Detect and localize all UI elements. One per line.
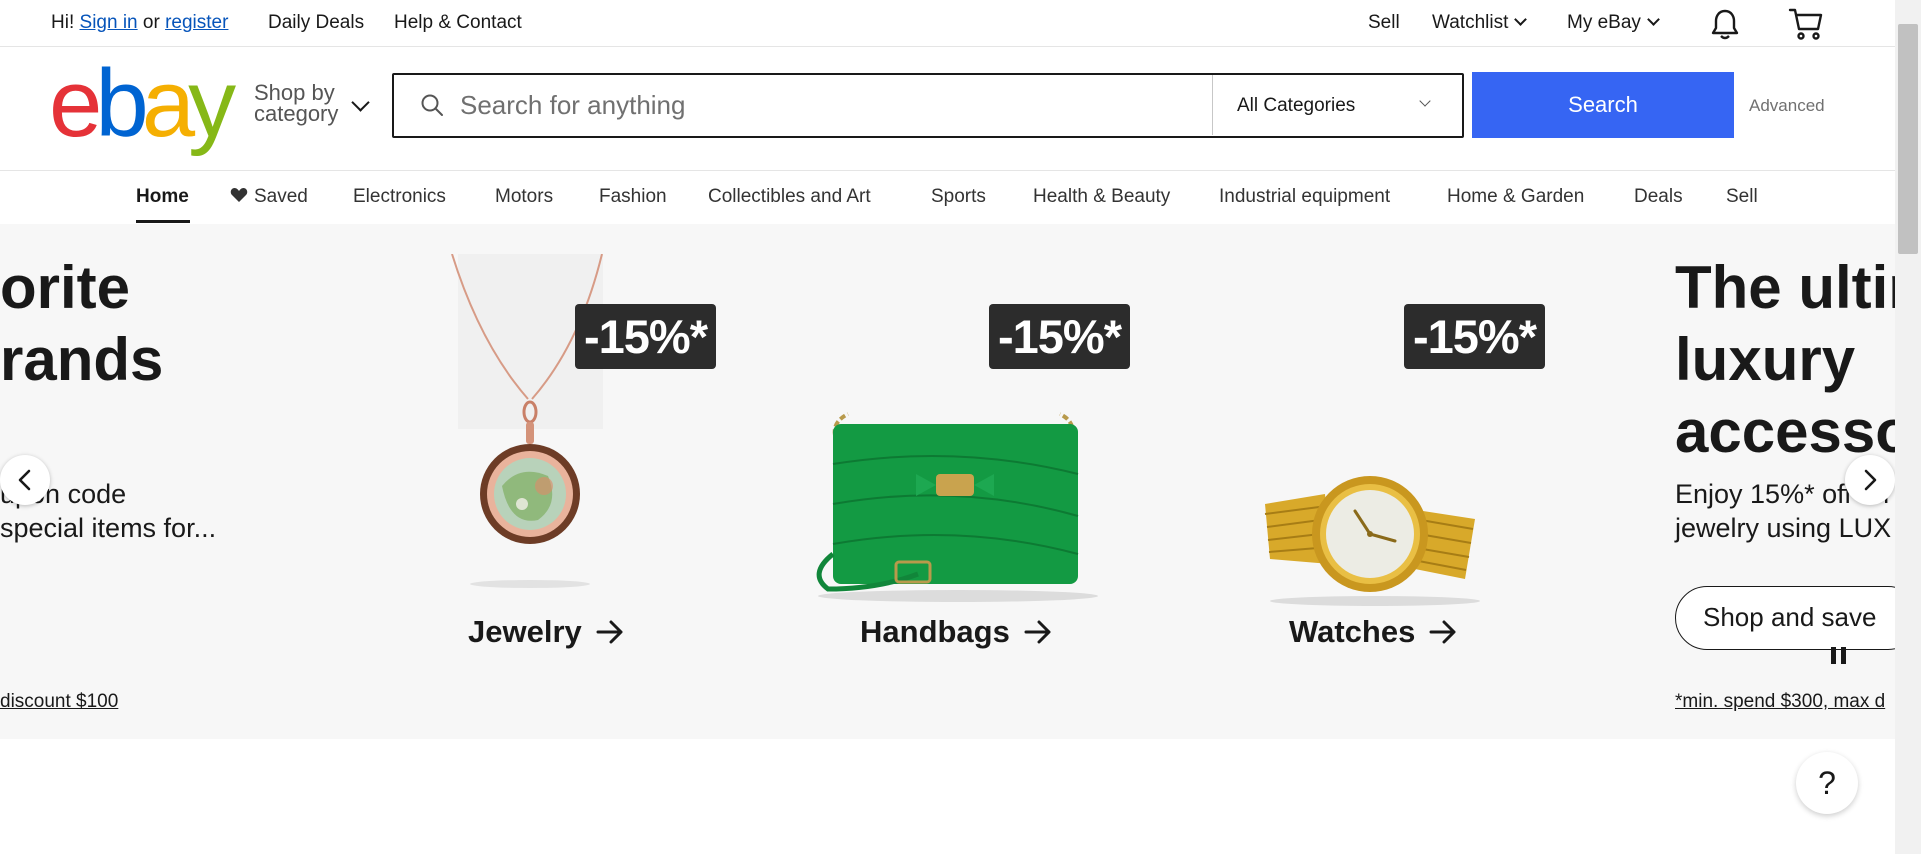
nav-saved[interactable]: Saved bbox=[230, 186, 308, 208]
carousel-next-button[interactable] bbox=[1845, 455, 1895, 505]
sell-link[interactable]: Sell bbox=[1368, 12, 1400, 34]
right-slide-sub-line2: jewelry using LUX bbox=[1675, 513, 1892, 543]
watches-label: Watches bbox=[1289, 614, 1416, 649]
discount-badge: -15%* bbox=[575, 304, 716, 369]
ebay-logo[interactable]: ebay bbox=[49, 50, 236, 157]
arrow-right-icon bbox=[596, 620, 623, 644]
my-ebay-label: My eBay bbox=[1567, 12, 1641, 33]
handbags-label: Handbags bbox=[860, 614, 1010, 649]
discount-badge: -15%* bbox=[989, 304, 1130, 369]
nav-sell[interactable]: Sell bbox=[1726, 186, 1758, 208]
chevron-left-icon bbox=[18, 469, 31, 491]
help-button[interactable]: ? bbox=[1796, 752, 1858, 814]
hero-carousel: orite rands upon code special items for.… bbox=[0, 224, 1895, 739]
jewelry-label: Jewelry bbox=[468, 614, 582, 649]
left-slide-terms-link[interactable]: discount $100 bbox=[0, 691, 118, 713]
register-link[interactable]: register bbox=[165, 12, 228, 33]
nav-electronics[interactable]: Electronics bbox=[353, 186, 446, 208]
watches-link[interactable]: Watches bbox=[1289, 614, 1457, 650]
daily-deals-link[interactable]: Daily Deals bbox=[268, 12, 364, 34]
nav-sports[interactable]: Sports bbox=[931, 186, 986, 208]
logo-letter-a: a bbox=[141, 50, 195, 157]
left-slide-sub-line2: special items for... bbox=[0, 513, 217, 543]
chevron-down-icon bbox=[1514, 13, 1528, 26]
nav-saved-label: Saved bbox=[254, 186, 308, 207]
nav-collectibles-art[interactable]: Collectibles and Art bbox=[708, 186, 871, 208]
search-icon bbox=[421, 94, 443, 116]
nav-motors[interactable]: Motors bbox=[495, 186, 553, 208]
top-utility-bar: Hi! Sign in or register Daily Deals Help… bbox=[0, 0, 1895, 47]
chevron-down-icon bbox=[351, 93, 370, 112]
page-scrollbar[interactable] bbox=[1895, 0, 1921, 854]
my-ebay-dropdown[interactable]: My eBay bbox=[1567, 12, 1660, 34]
cart-icon[interactable] bbox=[1786, 4, 1826, 44]
nav-industrial-equipment[interactable]: Industrial equipment bbox=[1219, 186, 1390, 208]
chevron-down-icon bbox=[1419, 95, 1431, 107]
jewelry-link[interactable]: Jewelry bbox=[468, 614, 624, 650]
watchlist-dropdown[interactable]: Watchlist bbox=[1432, 12, 1528, 34]
nav-deals[interactable]: Deals bbox=[1634, 186, 1683, 208]
left-slide-title-line1: orite bbox=[0, 254, 131, 321]
active-tab-indicator bbox=[136, 220, 190, 223]
discount-badge: -15%* bbox=[1404, 304, 1545, 369]
pause-icon[interactable] bbox=[1831, 647, 1851, 669]
carousel-prev-button[interactable] bbox=[0, 455, 50, 505]
help-contact-link[interactable]: Help & Contact bbox=[394, 12, 522, 34]
or-text: or bbox=[142, 12, 160, 33]
handbags-link[interactable]: Handbags bbox=[860, 614, 1052, 650]
search-button[interactable]: Search bbox=[1472, 72, 1734, 138]
arrow-right-icon bbox=[1429, 620, 1456, 644]
right-slide-title-line1: The ultim bbox=[1675, 254, 1895, 321]
nav-home-garden[interactable]: Home & Garden bbox=[1447, 186, 1584, 208]
nav-health-beauty[interactable]: Health & Beauty bbox=[1033, 186, 1170, 208]
chevron-down-icon bbox=[1647, 13, 1660, 26]
category-nav: Home Saved Electronics Motors Fashion Co… bbox=[0, 172, 1895, 224]
logo-letter-b: b bbox=[95, 50, 148, 157]
gold-watch-image bbox=[1264, 476, 1480, 606]
category-select-value: All Categories bbox=[1237, 95, 1356, 116]
category-label: category bbox=[254, 101, 339, 126]
search-box: All Categories bbox=[392, 73, 1464, 138]
category-select[interactable]: All Categories bbox=[1212, 75, 1461, 135]
right-slide-terms-link[interactable]: *min. spend $300, max d bbox=[1675, 691, 1885, 713]
right-slide-title-line2: luxury bbox=[1675, 326, 1856, 393]
shop-by-category-button[interactable]: Shop by category bbox=[254, 80, 339, 126]
nav-home[interactable]: Home bbox=[136, 186, 189, 208]
sign-in-link[interactable]: Sign in bbox=[80, 12, 138, 33]
chevron-right-icon bbox=[1864, 469, 1877, 491]
greeting-text: Hi! bbox=[51, 12, 75, 33]
left-slide-title-line2: rands bbox=[0, 326, 164, 393]
shop-by-label: Shop by bbox=[254, 80, 335, 105]
logo-letter-e: e bbox=[49, 50, 102, 157]
green-handbag-image bbox=[816, 412, 1098, 602]
arrow-right-icon bbox=[1024, 620, 1051, 644]
scrollbar-thumb[interactable] bbox=[1898, 24, 1918, 254]
advanced-search-link[interactable]: Advanced bbox=[1749, 96, 1825, 116]
logo-letter-y: y bbox=[188, 50, 236, 157]
bell-icon[interactable] bbox=[1705, 4, 1745, 44]
heart-icon bbox=[230, 188, 248, 202]
shop-and-save-button[interactable]: Shop and save bbox=[1675, 586, 1895, 650]
greeting: Hi! Sign in or register bbox=[51, 12, 228, 34]
watchlist-label: Watchlist bbox=[1432, 12, 1509, 33]
header: ebay Shop by category All Categories Sea… bbox=[0, 48, 1895, 171]
nav-fashion[interactable]: Fashion bbox=[599, 186, 667, 208]
